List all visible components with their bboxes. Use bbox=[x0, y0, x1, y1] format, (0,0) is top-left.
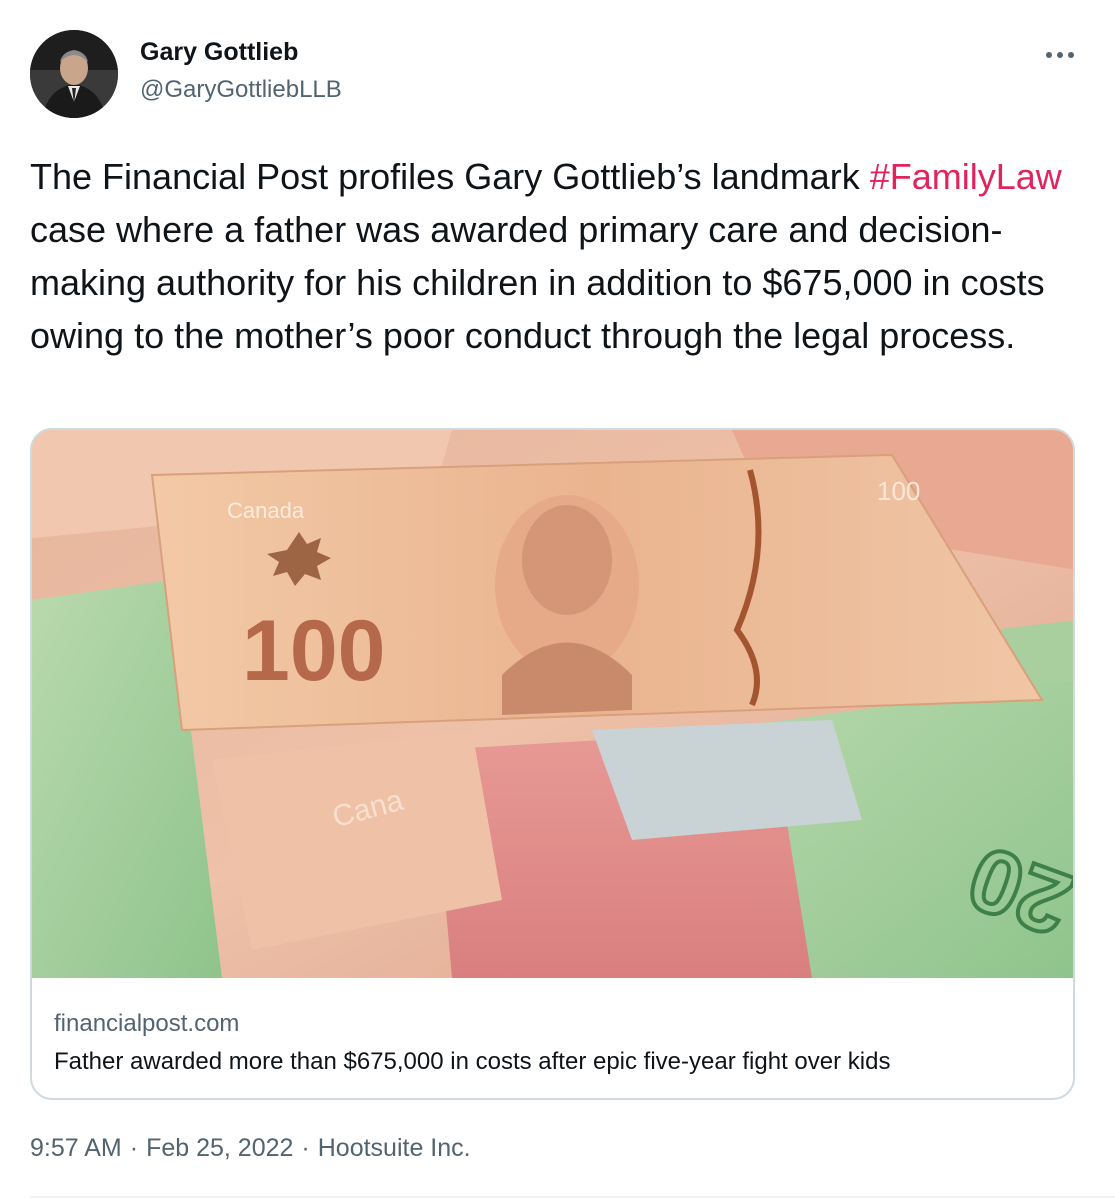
svg-text:Canada: Canada bbox=[227, 498, 305, 523]
link-card[interactable]: Canada 100 100 20 Cana financialpost.com… bbox=[30, 428, 1075, 1100]
meta-separator: · bbox=[301, 1134, 310, 1162]
more-options-button[interactable] bbox=[1036, 40, 1084, 70]
tweet-date[interactable]: Feb 25, 2022 bbox=[146, 1134, 293, 1163]
avatar-image bbox=[30, 30, 118, 118]
svg-text:100: 100 bbox=[242, 603, 386, 699]
more-horizontal-icon bbox=[1046, 52, 1074, 58]
avatar[interactable] bbox=[30, 30, 118, 118]
svg-text:100: 100 bbox=[877, 476, 920, 506]
card-title: Father awarded more than $675,000 in cos… bbox=[54, 1048, 891, 1075]
tweet-meta: 9:57 AM · Feb 25, 2022 · Hootsuite Inc. bbox=[30, 1134, 471, 1163]
author-name[interactable]: Gary Gottlieb bbox=[140, 38, 298, 67]
card-domain: financialpost.com bbox=[54, 1010, 240, 1037]
tweet: Gary Gottlieb @GaryGottliebLLB The Finan… bbox=[0, 0, 1115, 1200]
tweet-time[interactable]: 9:57 AM bbox=[30, 1134, 122, 1163]
tweet-text-part: case where a father was awarded primary … bbox=[30, 209, 1045, 356]
divider bbox=[30, 1196, 1115, 1198]
card-image: Canada 100 100 20 Cana bbox=[32, 430, 1073, 978]
author-handle[interactable]: @GaryGottliebLLB bbox=[140, 76, 342, 104]
tweet-source[interactable]: Hootsuite Inc. bbox=[318, 1134, 471, 1163]
meta-separator: · bbox=[129, 1134, 139, 1162]
tweet-text: The Financial Post profiles Gary Gottlie… bbox=[30, 150, 1090, 362]
banknote-100: Canada 100 100 bbox=[150, 453, 1044, 732]
hashtag-link[interactable]: #FamilyLaw bbox=[870, 156, 1062, 197]
tweet-text-part: The Financial Post profiles Gary Gottlie… bbox=[30, 156, 870, 197]
